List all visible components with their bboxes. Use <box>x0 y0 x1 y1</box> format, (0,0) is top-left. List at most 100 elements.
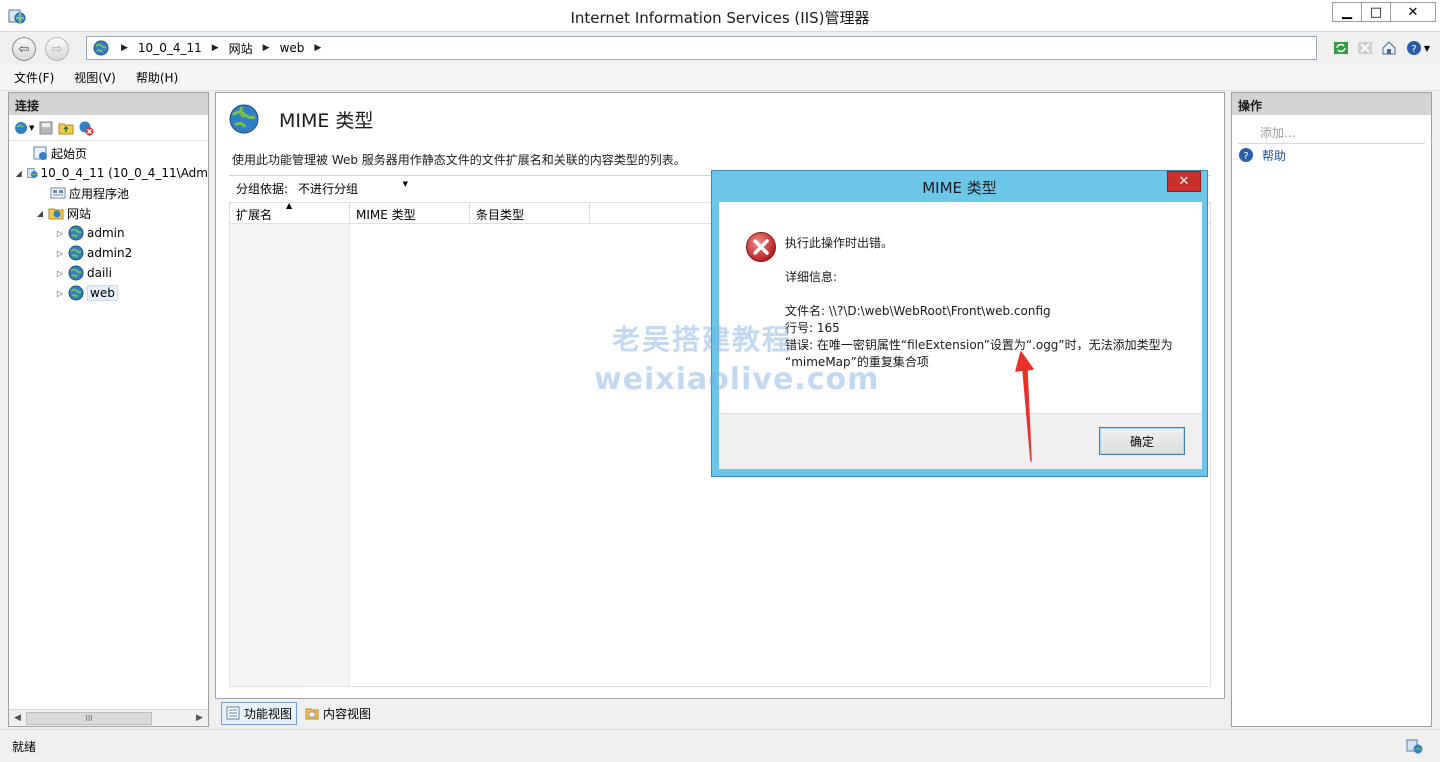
actions-header: 操作 <box>1232 93 1431 115</box>
forward-button[interactable]: ⇨ <box>45 37 69 61</box>
connections-pane: 连接 ▼ 起始页 ◢ 10_0_4_11 (10_0_4_11\Adm 应用程序… <box>8 92 209 727</box>
status-bar: 就绪 <box>0 729 1440 762</box>
home-icon <box>1382 41 1396 55</box>
site-globe-icon <box>68 225 84 241</box>
view-tabs: 功能视图 内容视图 <box>215 700 1225 726</box>
group-by-dropdown[interactable]: 不进行分组 ▼ <box>298 180 408 197</box>
tree-label: 网站 <box>67 206 92 221</box>
refresh-icon <box>1334 42 1348 54</box>
dialog-title: MIME 类型 <box>922 179 997 197</box>
breadcrumb-separator-icon: ▶ <box>262 43 270 53</box>
refresh-button[interactable] <box>1332 39 1350 57</box>
minimize-button[interactable]: ▁ <box>1332 2 1362 22</box>
window-title: Internet Information Services (IIS)管理器 <box>570 9 870 27</box>
tree-node-admin[interactable]: ▷ admin <box>9 223 208 243</box>
menu-bar: 文件(F) 视图(V) 帮助(H) <box>0 65 1440 91</box>
scroll-right-icon[interactable]: ▶ <box>191 710 208 726</box>
dialog-close-button[interactable]: ✕ <box>1167 171 1201 192</box>
error-detail-line2: “mimeMap”的重复集合项 <box>785 355 929 369</box>
sites-folder-icon <box>48 208 64 220</box>
features-view-icon <box>226 706 240 720</box>
horizontal-scrollbar[interactable]: ◀ III ▶ <box>9 709 208 726</box>
scroll-thumb[interactable]: III <box>26 711 152 725</box>
add-action-link[interactable]: 添加... <box>1232 121 1431 143</box>
expand-toggle-icon[interactable]: ◢ <box>15 169 23 178</box>
status-text: 就绪 <box>12 739 37 754</box>
expand-toggle-icon[interactable]: ▷ <box>55 269 65 278</box>
tree-node-web[interactable]: ▷ web <box>9 283 208 303</box>
breadcrumb-separator-icon: ▶ <box>121 43 128 53</box>
menu-file[interactable]: 文件(F) <box>14 69 54 86</box>
tree-node-daili[interactable]: ▷ daili <box>9 263 208 283</box>
page-title: MIME 类型 <box>279 110 374 132</box>
actions-pane: 操作 添加... ? 帮助 <box>1231 92 1432 727</box>
tab-features-view[interactable]: 功能视图 <box>221 701 298 725</box>
tree-node-server[interactable]: ◢ 10_0_4_11 (10_0_4_11\Adm <box>9 163 208 183</box>
tree-label: 应用程序池 <box>69 186 130 201</box>
error-line-number: 行号: 165 <box>785 321 840 335</box>
folder-up-icon[interactable] <box>58 120 74 136</box>
connections-header: 连接 <box>9 93 208 115</box>
ok-button[interactable]: 确定 <box>1099 427 1185 455</box>
sort-ascending-icon: ▲ <box>286 201 293 210</box>
chevron-down-icon: ▼ <box>402 180 409 188</box>
column-header-entry-type[interactable]: 条目类型 <box>470 203 590 223</box>
dialog-body: 执行此操作时出错。 详细信息: 文件名: \\?\D:\web\WebRoot\… <box>719 202 1202 413</box>
expand-toggle-icon[interactable]: ◢ <box>35 209 45 218</box>
tab-content-view[interactable]: 内容视图 <box>301 703 375 724</box>
stop-icon <box>1358 42 1372 54</box>
title-bar: Internet Information Services (IIS)管理器 ▁… <box>0 0 1440 32</box>
tree-node-admin2[interactable]: ▷ admin2 <box>9 243 208 263</box>
close-button[interactable]: ✕ <box>1390 2 1436 22</box>
tree-label: 10_0_4_11 (10_0_4_11\Adm <box>40 166 208 180</box>
expand-toggle-icon[interactable]: ▷ <box>55 289 65 298</box>
breadcrumb-web[interactable]: web <box>280 41 305 55</box>
expand-toggle-icon[interactable]: ▷ <box>55 249 65 258</box>
menu-view[interactable]: 视图(V) <box>74 69 116 86</box>
help-action-link[interactable]: ? 帮助 <box>1232 144 1431 166</box>
mime-globe-icon <box>229 104 259 134</box>
column-header-extension[interactable]: 扩展名 ▲ <box>230 201 350 223</box>
connect-button[interactable]: ▼ <box>13 120 34 136</box>
site-globe-icon <box>68 265 84 281</box>
error-icon <box>746 232 776 262</box>
network-status-icon <box>1406 739 1423 754</box>
connect-globe-icon <box>15 121 27 134</box>
breadcrumb-sites[interactable]: 网站 <box>229 40 253 57</box>
tree-label: 起始页 <box>51 146 88 161</box>
app-pool-icon <box>50 187 66 199</box>
breadcrumb-separator-icon: ▶ <box>314 43 322 53</box>
tree-node-sites[interactable]: ◢ 网站 <box>9 203 208 223</box>
site-globe-icon <box>68 245 84 261</box>
site-globe-icon <box>68 285 84 301</box>
disconnect-icon[interactable] <box>78 120 94 136</box>
help-menu-button[interactable]: ? ▼ <box>1404 39 1432 57</box>
svg-text:?: ? <box>1243 151 1248 162</box>
column-header-mime-type[interactable]: MIME 类型 <box>350 203 470 223</box>
svg-text:?: ? <box>1411 44 1416 55</box>
expand-toggle-icon[interactable]: ▷ <box>55 229 65 238</box>
error-detail-line1: 错误: 在唯一密钥属性“fileExtension”设置为“.ogg”时，无法添… <box>785 338 1173 352</box>
tree-node-start-page[interactable]: 起始页 <box>9 143 208 163</box>
back-button[interactable]: ⇦ <box>12 37 36 61</box>
error-dialog: MIME 类型 ✕ 执行此操作时出错。 详细信息: 文件名: \\?\D:\we… <box>711 170 1208 477</box>
tree-node-app-pools[interactable]: 应用程序池 <box>9 183 208 203</box>
help-icon: ? <box>1239 148 1253 162</box>
grid-body <box>230 224 350 686</box>
error-filename: 文件名: \\?\D:\web\WebRoot\Front\web.config <box>785 304 1051 318</box>
stop-button[interactable] <box>1356 39 1374 57</box>
tree-label: admin <box>87 226 125 240</box>
help-icon: ? <box>1406 41 1421 55</box>
save-icon[interactable] <box>38 120 54 136</box>
back-arrow-icon: ⇦ <box>18 41 30 57</box>
home-button[interactable] <box>1380 39 1398 57</box>
scroll-left-icon[interactable]: ◀ <box>9 710 26 726</box>
menu-help[interactable]: 帮助(H) <box>136 69 178 86</box>
feature-description: 使用此功能管理被 Web 服务器用作静态文件的文件扩展名和关联的内容类型的列表。 <box>232 153 686 167</box>
start-page-icon <box>33 146 47 160</box>
maximize-button[interactable]: □ <box>1361 2 1391 22</box>
address-bar[interactable]: ▶ 10_0_4_11 ▶ 网站 ▶ web ▶ <box>86 36 1317 60</box>
breadcrumb-server[interactable]: 10_0_4_11 <box>138 41 202 55</box>
chevron-down-icon: ▼ <box>1423 43 1431 53</box>
forward-arrow-icon: ⇨ <box>51 41 63 57</box>
